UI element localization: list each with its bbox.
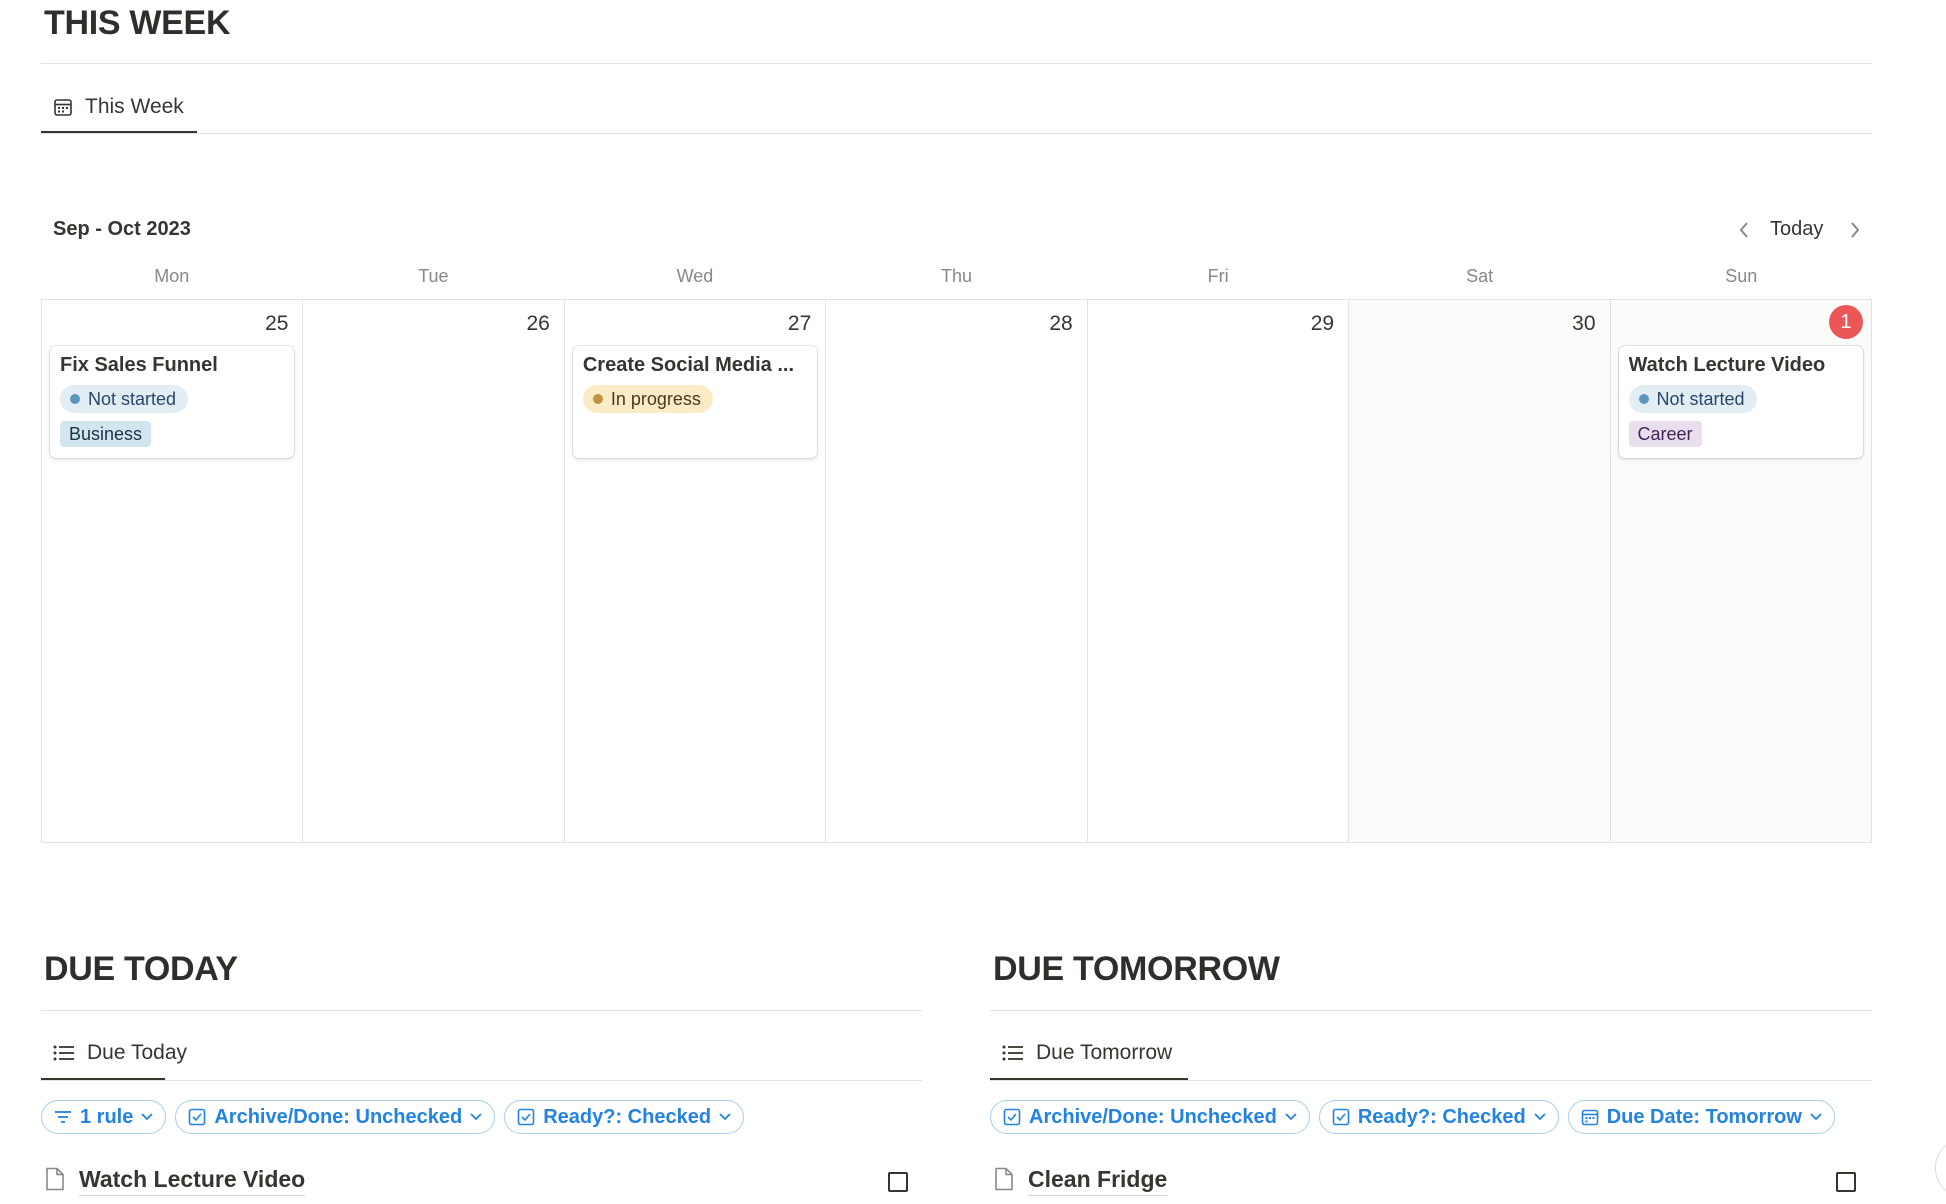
status-dot-icon [70,394,80,404]
calendar-icon [53,97,73,117]
weekday-label: Fri [1207,266,1229,286]
filter-label: Ready?: Checked [543,1105,712,1128]
day-number: 27 [787,312,812,335]
checkbox-icon [1003,1108,1021,1126]
this-week-title-divider [41,63,1872,64]
chevron-down-icon [1810,1113,1822,1121]
calendar-day-cell[interactable]: 26 [303,300,565,842]
done-checkbox[interactable] [888,1172,908,1192]
weekday-label: Wed [676,266,714,286]
help-button[interactable] [1935,1138,1946,1198]
page-icon [994,1167,1014,1196]
list-item-title[interactable]: Watch Lecture Video [79,1166,306,1196]
list-item-title[interactable]: Clean Fridge [1028,1166,1168,1196]
today-button[interactable]: Today [1770,218,1823,241]
tab-due-today[interactable]: Due Today [41,1030,199,1076]
filter-label: Archive/Done: Unchecked [214,1105,463,1128]
chevron-down-icon [1534,1113,1546,1121]
weekday-label: Mon [154,266,190,286]
chevron-down-icon [719,1113,731,1121]
due-today-filters: 1 rule Archive/Done: Unchecked Ready?: C… [41,1100,745,1134]
checkbox-icon [1332,1108,1350,1126]
chevron-down-icon [141,1113,153,1121]
tab-label: This Week [85,95,184,118]
due-tomorrow-filters: Archive/Done: Unchecked Ready?: Checked … [990,1100,1835,1134]
status-badge: In progress [582,385,713,413]
weekday-label: Sat [1466,266,1494,286]
filter-ready[interactable]: Ready?: Checked [1318,1100,1559,1134]
list-icon [1002,1044,1024,1062]
status-dot-icon [592,394,603,404]
event-title: Watch Lecture Video [1628,354,1826,376]
due-tomorrow-title: DUE TOMORROW [993,950,1280,988]
status-badge: Not started [1628,385,1757,413]
list-item[interactable]: Watch Lecture Video [45,1166,306,1196]
chevron-left-icon[interactable] [1734,218,1754,242]
chevron-right-icon[interactable] [1845,218,1865,242]
calendar-icon [1581,1108,1599,1126]
checkbox-icon [517,1108,535,1126]
done-checkbox[interactable] [1836,1172,1856,1192]
day-number: 26 [526,312,550,335]
due-today-title: DUE TODAY [44,950,238,988]
day-number: 28 [1049,312,1073,335]
filter-icon [54,1110,72,1124]
filter-label: Archive/Done: Unchecked [1029,1105,1277,1128]
calendar-day-cell[interactable]: 25 Fix Sales Funnel Not started Business [42,300,304,842]
tab-label: Due Today [87,1041,188,1064]
tab-bar-divider [41,1080,922,1081]
filter-label: Ready?: Checked [1357,1105,1526,1128]
calendar-day-cell[interactable]: 28 [826,300,1088,842]
weekday-label: Thu [941,266,973,286]
today-date-badge: 1 [1828,305,1863,339]
week-calendar-grid: 25 Fix Sales Funnel Not started Business… [41,299,1872,843]
filter-label: Due Date: Tomorrow [1606,1105,1802,1128]
filter-ready[interactable]: Ready?: Checked [504,1100,745,1134]
status-badge: Not started [60,385,189,413]
status-label: Not started [88,388,177,409]
status-dot-icon [1638,394,1649,404]
chevron-down-icon [1285,1113,1297,1121]
checkbox-icon [188,1108,206,1126]
due-today-title-divider [41,1010,922,1011]
calendar-day-cell[interactable]: 30 [1349,300,1611,842]
due-tomorrow-title-divider [990,1010,1872,1011]
filter-archive-done[interactable]: Archive/Done: Unchecked [990,1100,1310,1134]
tab-bar-divider [990,1080,1872,1081]
list-item[interactable]: Clean Fridge [994,1166,1168,1196]
weekday-label: Tue [418,266,449,286]
filter-archive-done[interactable]: Archive/Done: Unchecked [175,1100,496,1134]
weekday-header: Mon Tue Wed Thu Fri Sat Sun [41,266,1872,292]
event-title: Create Social Media ... [582,354,795,376]
event-title: Fix Sales Funnel [60,354,218,376]
filter-rule-button[interactable]: 1 rule [41,1100,167,1134]
tab-bar-divider [41,133,1872,134]
calendar-navigation: Today [0,214,1946,246]
day-number: 30 [1572,312,1596,335]
day-number: 25 [265,312,289,335]
status-label: Not started [1656,388,1745,409]
this-week-title: THIS WEEK [44,4,231,42]
filter-label: 1 rule [80,1105,134,1128]
calendar-event-card[interactable]: Create Social Media ... In progress [572,346,818,458]
tab-due-tomorrow[interactable]: Due Tomorrow [990,1030,1184,1076]
page-icon [45,1167,65,1196]
weekday-label: Sun [1725,266,1758,286]
status-label: In progress [610,388,701,409]
filter-due-date[interactable]: Due Date: Tomorrow [1567,1100,1835,1134]
category-tag: Business [60,421,152,447]
calendar-event-card[interactable]: Fix Sales Funnel Not started Business [50,346,295,458]
calendar-event-card[interactable]: Watch Lecture Video Not started Career [1618,346,1863,458]
calendar-day-cell[interactable]: 29 [1088,300,1350,842]
chevron-down-icon [470,1113,482,1121]
tab-label: Due Tomorrow [1036,1041,1173,1064]
day-number: 29 [1310,312,1335,335]
calendar-day-cell[interactable]: 27 Create Social Media ... In progress [565,300,827,842]
tab-this-week[interactable]: This Week [41,84,196,130]
list-icon [53,1044,75,1062]
calendar-day-cell[interactable]: 1 Watch Lecture Video Not started Career [1610,300,1871,842]
category-tag: Career [1628,421,1702,447]
